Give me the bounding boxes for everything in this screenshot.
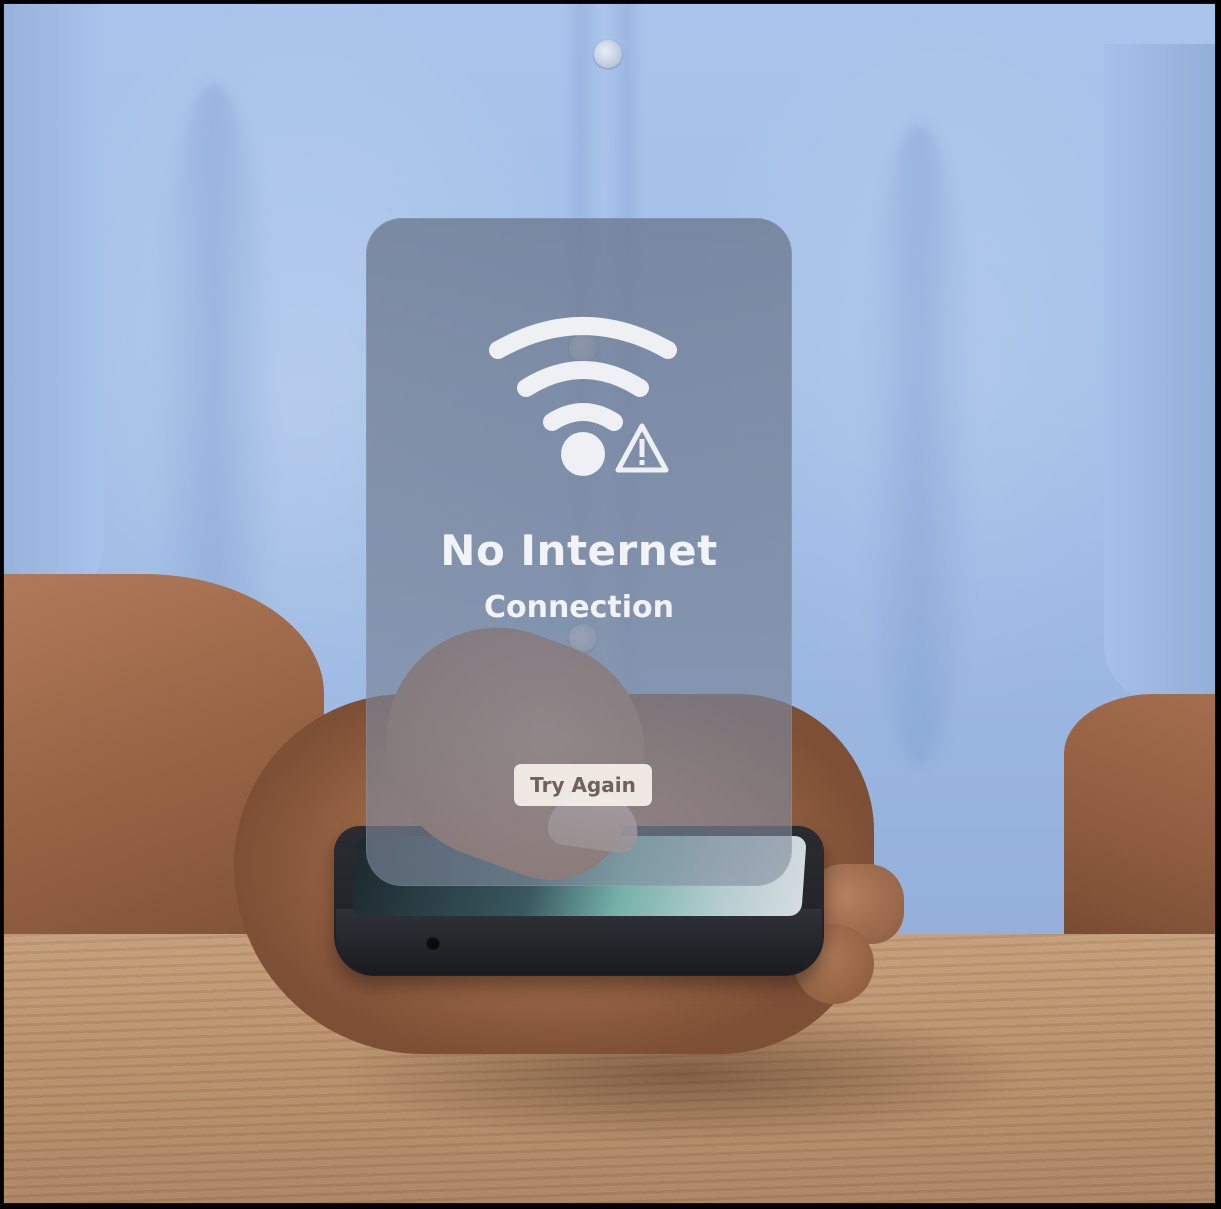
warning-triangle-icon: [615, 423, 669, 473]
smartphone-edge: [336, 909, 822, 975]
wifi-warning-icon: [489, 317, 677, 476]
shirt-button: [594, 40, 622, 68]
photo-scene: No Internet Connection Try Again: [3, 3, 1216, 1204]
shirt-fold: [864, 124, 974, 764]
left-sleeve: [4, 4, 104, 604]
right-sleeve: [1104, 44, 1215, 704]
dialog-subtitle: Connection: [483, 590, 675, 625]
try-again-button[interactable]: Try Again: [514, 764, 652, 806]
dialog-title: No Internet: [440, 526, 718, 575]
right-arm: [1064, 694, 1215, 954]
phone-port-icon: [426, 936, 440, 950]
